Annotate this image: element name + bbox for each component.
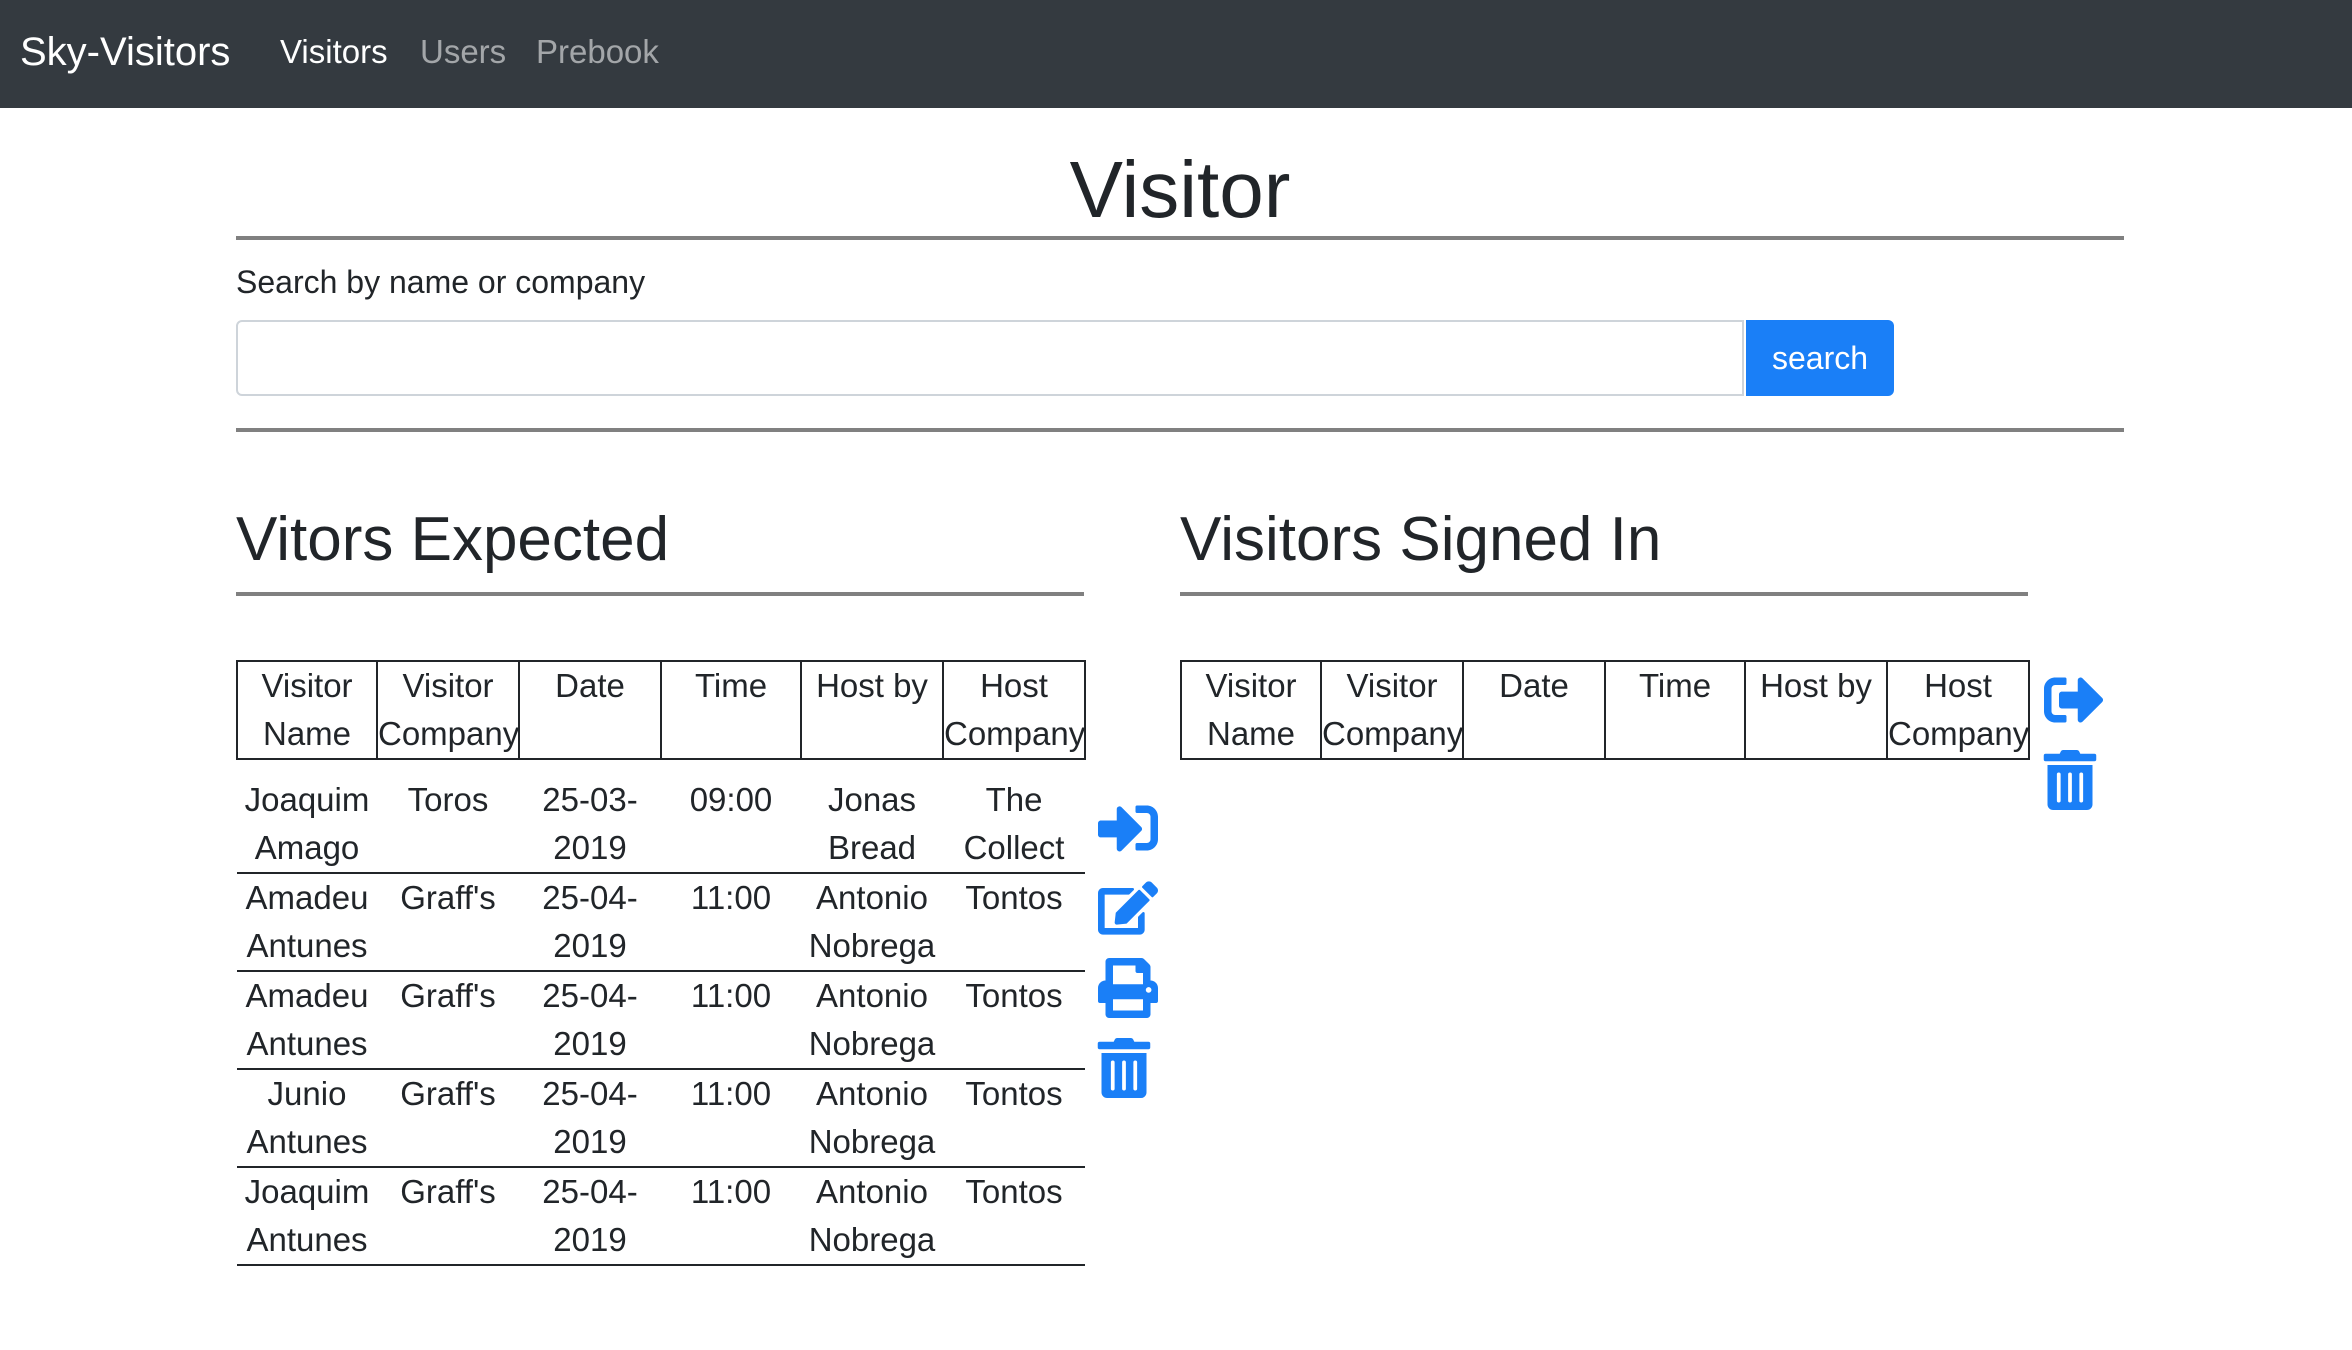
brand-link[interactable]: Sky-Visitors xyxy=(20,26,230,78)
header-host-by: Host by xyxy=(1744,660,1888,760)
trash-icon[interactable] xyxy=(2040,750,2100,810)
cell-visitor-name: Junio Antunes xyxy=(237,1069,377,1168)
table-row: Amadeu Antunes Graff's 25-04-2019 11:00 … xyxy=(237,971,1085,1070)
sign-in-icon[interactable] xyxy=(1098,798,1158,858)
expected-divider xyxy=(236,592,1084,596)
cell-host-company: The Collect xyxy=(943,759,1085,874)
signed-in-title: Visitors Signed In xyxy=(1180,505,1662,574)
header-time: Time xyxy=(660,660,802,760)
cell-visitor-company: Graff's xyxy=(377,1069,519,1168)
cell-host-by: Antonio Nobrega xyxy=(801,971,943,1070)
page-title: Visitor xyxy=(1069,145,1291,234)
cell-date: 25-04-2019 xyxy=(519,1069,661,1168)
cell-host-company: Tontos xyxy=(943,1167,1085,1266)
cell-time: 11:00 xyxy=(661,1167,801,1266)
cell-visitor-name: Joaquim Antunes xyxy=(237,1167,377,1266)
header-time: Time xyxy=(1604,660,1746,760)
cell-visitor-name: Joaquim Amago xyxy=(237,759,377,874)
cell-visitor-company: Toros xyxy=(377,759,519,874)
cell-visitor-name: Amadeu Antunes xyxy=(237,971,377,1070)
table-row: Amadeu Antunes Graff's 25-04-2019 11:00 … xyxy=(237,873,1085,972)
header-visitor-name: Visitor Name xyxy=(236,660,378,760)
cell-host-by: Antonio Nobrega xyxy=(801,1167,943,1266)
trash-icon[interactable] xyxy=(1094,1038,1154,1098)
expected-title: Vitors Expected xyxy=(236,505,670,574)
cell-host-company: Tontos xyxy=(943,873,1085,972)
header-visitor-name: Visitor Name xyxy=(1180,660,1322,760)
cell-visitor-company: Graff's xyxy=(377,971,519,1070)
header-host-by: Host by xyxy=(800,660,944,760)
header-visitor-company: Visitor Company xyxy=(376,660,520,760)
cell-time: 11:00 xyxy=(661,873,801,972)
signed-in-table: Visitor Name Visitor Company Date Time H… xyxy=(1180,660,2030,760)
nav-link-users[interactable]: Users xyxy=(420,30,506,74)
cell-time: 11:00 xyxy=(661,971,801,1070)
navbar: Sky-Visitors Visitors Users Prebook xyxy=(0,0,2352,108)
print-icon[interactable] xyxy=(1098,958,1158,1018)
search-button[interactable]: search xyxy=(1746,320,1894,396)
title-divider xyxy=(236,236,2124,240)
cell-time: 09:00 xyxy=(661,759,801,874)
cell-date: 25-04-2019 xyxy=(519,1167,661,1266)
sign-out-icon[interactable] xyxy=(2044,670,2104,730)
cell-host-by: Jonas Bread xyxy=(801,759,943,874)
edit-icon[interactable] xyxy=(1098,878,1158,938)
header-date: Date xyxy=(518,660,662,760)
cell-host-by: Antonio Nobrega xyxy=(801,873,943,972)
header-date: Date xyxy=(1462,660,1606,760)
cell-visitor-name: Amadeu Antunes xyxy=(237,873,377,972)
cell-time: 11:00 xyxy=(661,1069,801,1168)
cell-visitor-company: Graff's xyxy=(377,873,519,972)
header-host-company: Host Company xyxy=(942,660,1086,760)
cell-visitor-company: Graff's xyxy=(377,1167,519,1266)
header-host-company: Host Company xyxy=(1886,660,2030,760)
search-input[interactable] xyxy=(236,320,1744,396)
cell-host-by: Antonio Nobrega xyxy=(801,1069,943,1168)
cell-date: 25-03-2019 xyxy=(519,759,661,874)
cell-date: 25-04-2019 xyxy=(519,873,661,972)
nav-link-visitors[interactable]: Visitors xyxy=(280,30,388,74)
search-label: Search by name or company xyxy=(236,264,646,300)
search-divider xyxy=(236,428,2124,432)
table-row: Joaquim Antunes Graff's 25-04-2019 11:00… xyxy=(237,1167,1085,1266)
expected-table: Visitor Name Visitor Company Date Time H… xyxy=(236,660,1086,1266)
cell-date: 25-04-2019 xyxy=(519,971,661,1070)
signed-in-divider xyxy=(1180,592,2028,596)
nav-link-prebook[interactable]: Prebook xyxy=(536,30,659,74)
table-header-row: Visitor Name Visitor Company Date Time H… xyxy=(236,660,1086,760)
table-header-row: Visitor Name Visitor Company Date Time H… xyxy=(1180,660,2030,760)
table-row: Junio Antunes Graff's 25-04-2019 11:00 A… xyxy=(237,1069,1085,1168)
cell-host-company: Tontos xyxy=(943,971,1085,1070)
header-visitor-company: Visitor Company xyxy=(1320,660,1464,760)
table-row: Joaquim Amago Toros 25-03-2019 09:00 Jon… xyxy=(237,759,1085,874)
cell-host-company: Tontos xyxy=(943,1069,1085,1168)
